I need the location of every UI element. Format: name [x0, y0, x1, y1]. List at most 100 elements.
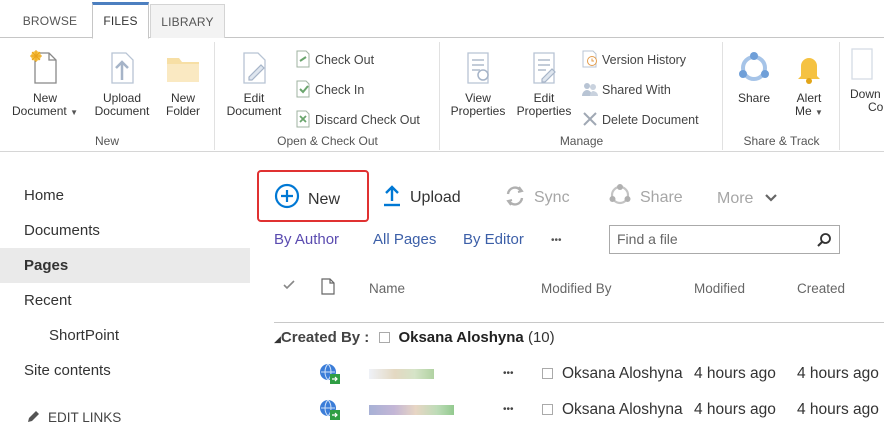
upload-document-label-2: Document [94, 104, 150, 118]
delete-document-label: Delete Document [602, 113, 699, 127]
checkmark-icon [283, 280, 295, 290]
shared-with-button[interactable]: Shared With [581, 80, 671, 100]
tab-library[interactable]: LIBRARY [150, 4, 225, 38]
nav-item-documents[interactable]: Documents [0, 213, 250, 248]
discard-check-out-icon [296, 110, 310, 128]
share-button-label: Share [640, 189, 683, 206]
group-manage: View Properties Edit Properties Version … [441, 42, 723, 150]
discard-check-out-label: Discard Check Out [315, 113, 420, 127]
edit-links-button[interactable]: EDIT LINKS [26, 410, 121, 425]
table-row[interactable]: ••• Oksana Aloshyna 4 hours ago 4 hours … [274, 391, 884, 428]
select-all-checkmark[interactable] [282, 279, 296, 294]
edit-document-button[interactable]: Edit Document [220, 46, 288, 118]
blurred-file-name[interactable] [369, 369, 434, 379]
checkbox[interactable] [542, 404, 553, 415]
view-properties-label-2: Properties [450, 104, 506, 118]
share-circle-icon [609, 184, 631, 205]
nav-item-home[interactable]: Home [0, 178, 250, 213]
chevron-down-icon: ▼ [70, 108, 78, 117]
column-header-created[interactable]: Created [797, 281, 845, 296]
group-header-created-by[interactable]: ◢Created By : Oksana Aloshyna (10) [274, 322, 884, 352]
upload-document-icon [111, 52, 134, 84]
nav-item-site-contents[interactable]: Site contents [0, 353, 250, 388]
row-checkbox[interactable] [542, 391, 561, 428]
edit-properties-button[interactable]: Edit Properties [511, 46, 577, 118]
version-history-label: Version History [602, 53, 687, 67]
new-folder-button[interactable]: New Folder [157, 46, 209, 118]
view-all-pages[interactable]: All Pages [373, 231, 436, 248]
new-document-label-2: Document [12, 104, 67, 118]
row-created: 4 hours ago [797, 365, 879, 382]
group-share-track: Share Alert Me ▼ Share & Track [724, 42, 840, 150]
nav-item-shortpoint[interactable]: ShortPoint [0, 318, 250, 353]
blurred-file-name[interactable] [369, 405, 454, 415]
alert-me-button[interactable]: Alert Me ▼ [784, 46, 834, 119]
upload-document-button[interactable]: Upload Document [88, 46, 156, 118]
row-created: 4 hours ago [797, 401, 879, 418]
file-type-icon [319, 391, 341, 428]
new-button[interactable]: New [274, 183, 340, 213]
upload-button[interactable]: Upload [382, 183, 461, 213]
bell-icon [798, 58, 820, 84]
column-header-name[interactable]: Name [369, 281, 405, 296]
new-document-icon [30, 50, 57, 84]
table-row[interactable]: ••• Oksana Aloshyna 4 hours ago 4 hours … [274, 355, 884, 392]
sync-icon [506, 186, 524, 206]
group-manage-label: Manage [559, 134, 604, 148]
view-by-author[interactable]: By Author [274, 231, 339, 248]
more-button[interactable]: More [717, 184, 778, 214]
chevron-down-icon: ▼ [815, 108, 823, 117]
group-header-name: Oksana Aloshyna [398, 329, 524, 346]
new-document-button[interactable]: New Document ▼ [6, 46, 84, 119]
discard-check-out-button[interactable]: Discard Check Out [294, 110, 420, 130]
left-nav: Home Documents Pages Recent ShortPoint S… [0, 178, 250, 388]
ribbon: New Document ▼ Upload Document New Folde… [0, 38, 884, 152]
download-copy-button[interactable]: Down Co [846, 42, 884, 114]
ribbon-share-button[interactable]: Share [730, 46, 778, 105]
share-button[interactable]: Share [608, 183, 683, 213]
checkbox[interactable] [542, 368, 553, 379]
row-ellipsis[interactable]: ••• [503, 391, 514, 428]
nav-item-recent[interactable]: Recent [0, 283, 250, 318]
row-modified-by[interactable]: Oksana Aloshyna [562, 355, 683, 392]
view-properties-button[interactable]: View Properties [445, 46, 511, 118]
chevron-down-icon [765, 194, 777, 202]
view-properties-icon [467, 52, 489, 84]
edit-properties-icon [533, 52, 556, 84]
row-ellipsis[interactable]: ••• [503, 355, 514, 392]
alert-me-label-2: Me [795, 104, 812, 118]
edit-document-icon [243, 52, 266, 84]
search-icon[interactable] [816, 232, 832, 248]
sync-button[interactable]: Sync [504, 183, 570, 213]
group-checkbox[interactable] [379, 332, 391, 343]
column-header-modified-by[interactable]: Modified By [541, 281, 612, 296]
collapse-triangle-icon[interactable]: ◢ [274, 334, 281, 344]
share-label: Share [737, 91, 771, 105]
check-in-button[interactable]: Check In [294, 80, 364, 100]
more-button-label: More [717, 190, 754, 207]
column-header-modified[interactable]: Modified [694, 281, 745, 296]
new-folder-label-2: Folder [165, 104, 200, 118]
search-input[interactable]: Find a file [609, 225, 840, 254]
tab-files[interactable]: FILES [92, 2, 149, 39]
edit-properties-label-2: Properties [516, 104, 572, 118]
views-more-ellipsis[interactable]: ••• [551, 235, 562, 246]
version-history-button[interactable]: Version History [581, 50, 686, 70]
check-out-button[interactable]: Check Out [294, 50, 374, 70]
delete-icon [583, 112, 597, 126]
nav-item-pages[interactable]: Pages [0, 248, 250, 283]
tab-browse[interactable]: BROWSE [10, 4, 90, 38]
row-modified-by[interactable]: Oksana Aloshyna [562, 391, 683, 428]
search-placeholder: Find a file [617, 231, 678, 247]
edit-links-label: EDIT LINKS [48, 410, 122, 425]
download-icon [851, 48, 873, 80]
sync-button-label: Sync [534, 189, 570, 206]
page-link-icon [320, 363, 340, 384]
file-type-icon [319, 355, 341, 392]
view-by-editor[interactable]: By Editor [463, 231, 524, 248]
pencil-icon [28, 411, 39, 422]
delete-document-button[interactable]: Delete Document [581, 110, 699, 130]
plus-circle-icon [274, 183, 300, 209]
row-checkbox[interactable] [542, 355, 561, 392]
ribbon-tabbar: BROWSE FILES LIBRARY [0, 0, 884, 39]
